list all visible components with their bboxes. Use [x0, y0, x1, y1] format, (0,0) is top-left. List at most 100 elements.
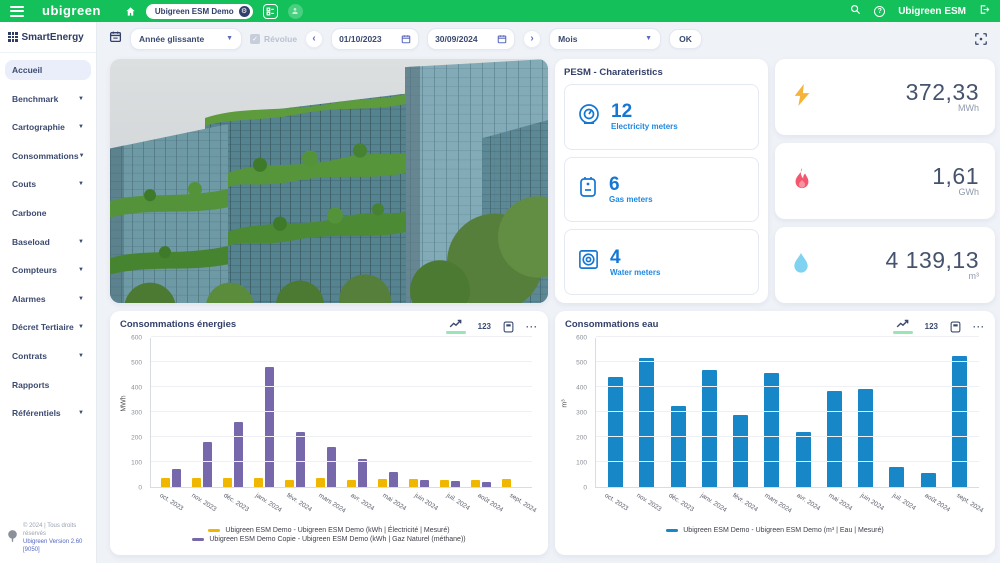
gas-meters-value: 6 [609, 175, 653, 195]
next-period-button[interactable]: › [523, 30, 541, 48]
bar[interactable] [440, 480, 449, 487]
bar[interactable] [921, 473, 936, 487]
bar[interactable] [254, 478, 263, 487]
bar[interactable] [316, 478, 325, 487]
sidebar-item-couts[interactable]: Couts▼ [5, 174, 91, 194]
bar[interactable] [420, 480, 429, 487]
bar[interactable] [482, 482, 491, 487]
sidebar-item-label: Accueil [12, 65, 42, 75]
gas-kpi-card[interactable]: 1,61 GWh [775, 143, 995, 219]
numeric-view-icon[interactable]: 123 [478, 322, 491, 331]
sidebar-item-cartographie[interactable]: Cartographie▼ [5, 117, 91, 137]
numeric-view-icon[interactable]: 123 [925, 322, 938, 331]
electricity-meter-icon [577, 102, 601, 131]
fullscreen-focus-icon[interactable] [974, 32, 988, 46]
sidebar-item-baseload[interactable]: Baseload▼ [5, 232, 91, 252]
bar[interactable] [608, 377, 623, 487]
bar[interactable] [858, 389, 873, 487]
chevron-down-icon: ▼ [79, 153, 85, 159]
ok-button[interactable]: OK [669, 29, 702, 49]
sidebar-item-referentiels[interactable]: Référentiels▼ [5, 403, 91, 423]
bar[interactable] [764, 373, 779, 487]
bar[interactable] [639, 358, 654, 487]
chevron-down-icon: ▼ [645, 35, 652, 42]
home-icon[interactable] [125, 6, 136, 17]
bar[interactable] [952, 356, 967, 487]
bar[interactable] [285, 480, 294, 487]
user-account-label[interactable]: Ubigreen ESM [898, 6, 966, 17]
electricity-kpi-card[interactable]: 372,33 MWh [775, 59, 995, 135]
sidebar-item-compteurs[interactable]: Compteurs▼ [5, 260, 91, 280]
legend-item: Ubigreen ESM Demo - Ubigreen ESM Demo (k… [208, 527, 449, 534]
bar[interactable] [378, 479, 387, 487]
water-meters-card[interactable]: 4 Water meters [564, 229, 759, 295]
bar[interactable] [502, 479, 511, 487]
bar[interactable] [172, 469, 181, 487]
sidebar-item-consommations[interactable]: Consommations▼ [5, 146, 91, 166]
bar[interactable] [223, 478, 232, 487]
version-text[interactable]: Ubigreen Version 2.60 [9050] [23, 538, 91, 554]
sidebar-item-accueil[interactable]: Accueil [5, 60, 91, 80]
bar[interactable] [409, 479, 418, 487]
end-date-input[interactable]: 30/09/2024 [427, 28, 515, 50]
calculator-icon[interactable] [950, 321, 961, 333]
sidebar-item-alarmes[interactable]: Alarmes▼ [5, 289, 91, 309]
search-icon[interactable] [850, 2, 861, 20]
sidebar-item-rapports[interactable]: Rapports [5, 375, 91, 395]
electricity-meters-card[interactable]: 12 Electricity meters [564, 84, 759, 150]
hierarchy-icon[interactable] [263, 4, 278, 19]
revolue-label: Révolue [264, 34, 297, 44]
line-chart-view-icon[interactable] [893, 319, 913, 334]
bar[interactable] [671, 406, 686, 487]
sidebar-item-benchmark[interactable]: Benchmark ▼ [5, 89, 91, 109]
sidebar-item-label: Couts [12, 179, 36, 189]
bar[interactable] [296, 432, 305, 487]
apps-grid-icon[interactable] [8, 32, 18, 42]
sidebar-item-carbone[interactable]: Carbone [5, 203, 91, 223]
y-tick-label: 300 [576, 410, 587, 417]
bar[interactable] [451, 481, 460, 487]
bar[interactable] [358, 459, 367, 487]
settings-badge-icon[interactable]: ⚙ [239, 6, 250, 17]
gas-meters-card[interactable]: 6 Gas meters [564, 157, 759, 223]
granularity-select[interactable]: Mois ▼ [549, 28, 661, 50]
bar[interactable] [265, 367, 274, 487]
bar[interactable] [192, 478, 201, 487]
sidebar-item-label: Contrats [12, 351, 47, 361]
sidebar-nav: Accueil Benchmark ▼ Cartographie▼ Consommati… [0, 53, 96, 516]
water-kpi-card[interactable]: 4 139,13 m³ [775, 227, 995, 303]
pesm-title: PESM - Charateristics [564, 67, 759, 78]
logout-icon[interactable] [979, 2, 990, 20]
more-options-icon[interactable]: ··· [526, 322, 538, 332]
line-chart-view-icon[interactable] [446, 319, 466, 334]
sidebar-item-label: Benchmark [12, 94, 58, 104]
bar[interactable] [889, 467, 904, 487]
bar[interactable] [796, 432, 811, 487]
sidebar-item-label: Compteurs [12, 265, 57, 275]
bar[interactable] [327, 447, 336, 487]
bar[interactable] [702, 370, 717, 487]
more-options-icon[interactable]: ··· [973, 322, 985, 332]
chevron-down-icon: ▼ [78, 96, 84, 102]
legend-swatch [208, 529, 220, 532]
start-date-input[interactable]: 01/10/2023 [331, 28, 419, 50]
period-select[interactable]: Année glissante ▼ [130, 28, 242, 50]
bar[interactable] [161, 478, 170, 487]
previous-period-button[interactable]: ‹ [305, 30, 323, 48]
site-selector-pill[interactable]: Ubigreen ESM Demo ⚙ [146, 4, 253, 19]
legend-label: Ubigreen ESM Demo Copie - Ubigreen ESM D… [209, 536, 465, 543]
bar[interactable] [827, 391, 842, 487]
sidebar-item-contrats[interactable]: Contrats▼ [5, 346, 91, 366]
help-icon[interactable]: ? [874, 6, 885, 17]
bar[interactable] [347, 480, 356, 487]
bar[interactable] [733, 415, 748, 487]
calendar-icon[interactable] [109, 30, 122, 48]
y-tick-label: 600 [131, 335, 142, 342]
bar[interactable] [234, 422, 243, 487]
hamburger-menu-icon[interactable] [10, 6, 24, 17]
bar[interactable] [203, 442, 212, 487]
calculator-icon[interactable] [503, 321, 514, 333]
bar[interactable] [389, 472, 398, 487]
bar[interactable] [471, 480, 480, 487]
sidebar-item-decret-tertiaire[interactable]: Décret Tertiaire▼ [5, 317, 91, 337]
